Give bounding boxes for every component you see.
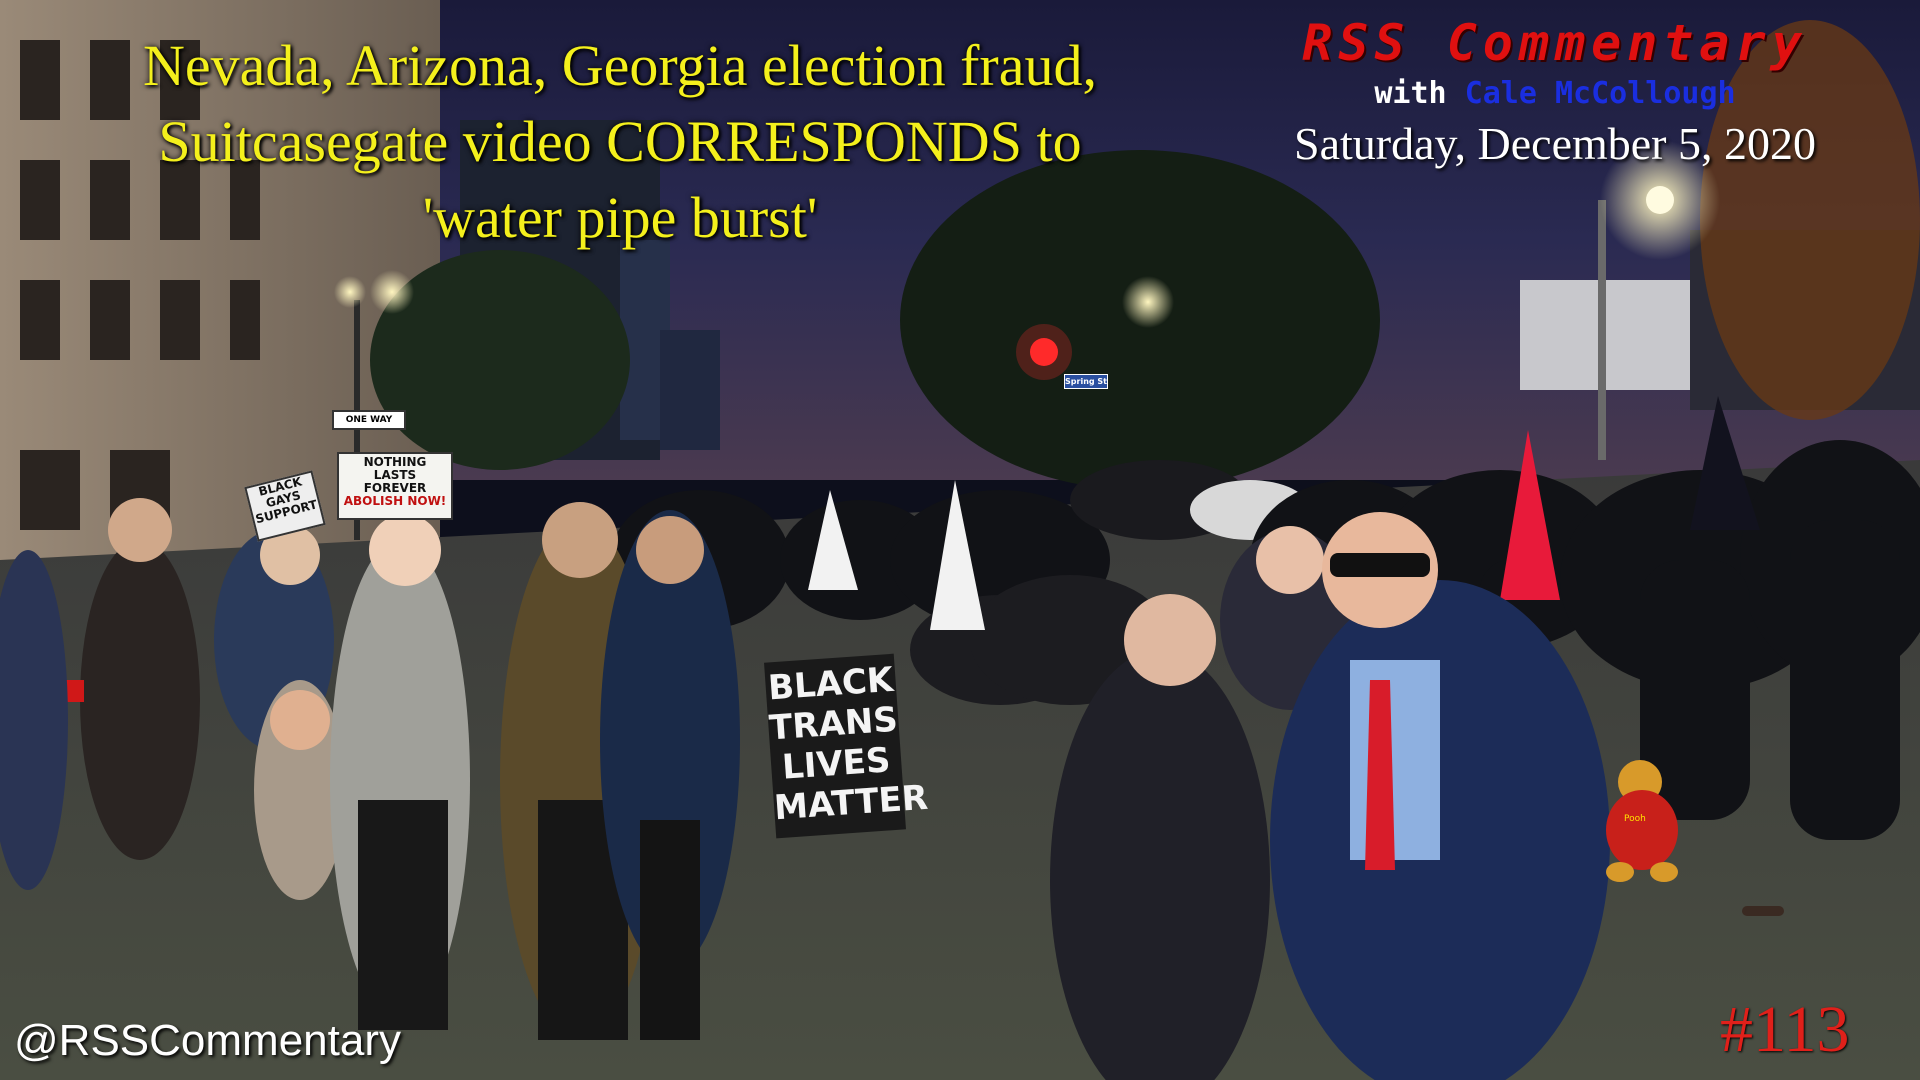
pipe-object — [1742, 906, 1784, 916]
street-lamp — [1646, 186, 1674, 214]
host-line: with Cale McCollough — [1210, 76, 1900, 111]
episode-number: #113 — [1720, 993, 1850, 1066]
lamp-glow — [334, 276, 366, 308]
headline: Nevada, Arizona, Georgia election fraud,… — [20, 28, 1220, 256]
figure-dark-suit — [80, 540, 200, 860]
headline-line-2: Suitcasegate video CORRESPONDS to — [158, 109, 1082, 174]
sunglasses — [1330, 553, 1430, 577]
social-handle: @RSSCommentary — [14, 1016, 401, 1065]
light-pole — [1598, 200, 1606, 460]
teddy-bear-label: Pooh — [1624, 814, 1646, 824]
distant-building — [660, 330, 720, 450]
lamp-glow — [370, 270, 414, 314]
show-title: RSS Commentary — [1302, 14, 1808, 72]
street-sign: Spring St — [1064, 374, 1108, 389]
one-way-sign: ONE WAY — [332, 410, 406, 430]
host-name: Cale McCollough — [1464, 76, 1736, 111]
show-branding: RSS Commentary with Cale McCollough Satu… — [1210, 14, 1900, 170]
protest-banner: BLACK TRANS LIVES MATTER — [764, 653, 930, 839]
sign-word: NOW! — [407, 494, 447, 508]
sign-word: ABOLISH — [343, 494, 404, 508]
headline-line-1: Nevada, Arizona, Georgia election fraud, — [143, 33, 1097, 98]
protest-sign-abolish: NOTHING LASTS FOREVER ABOLISH NOW! — [337, 452, 453, 520]
headline-line-3: 'water pipe burst' — [422, 185, 818, 250]
lamp-glow — [1122, 276, 1174, 328]
episode-date: Saturday, December 5, 2020 — [1293, 118, 1816, 169]
with-label: with — [1374, 76, 1447, 111]
sign-line: ABOLISH NOW! — [339, 495, 451, 508]
banner-line: MATTER — [772, 777, 930, 829]
